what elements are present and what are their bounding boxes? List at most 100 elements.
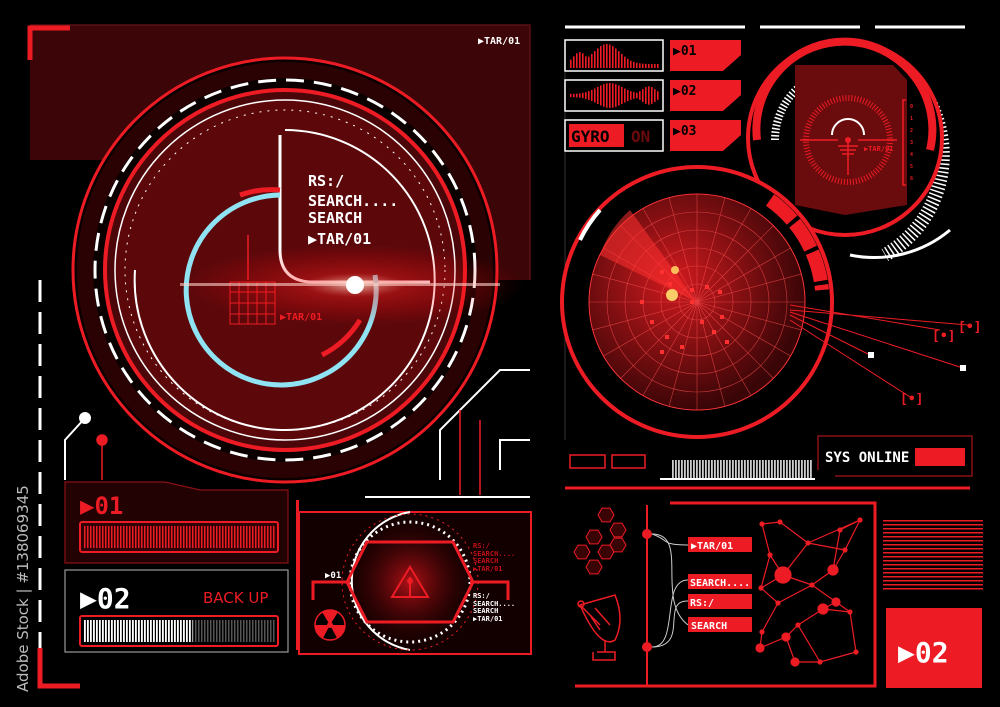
waveform-bar [630,91,632,100]
channel-tab-03[interactable]: ▶03 [670,120,741,151]
hexagon-molecule [609,537,627,553]
targeting-label: ▶TAR/01 [864,145,894,153]
network-edge [797,624,821,663]
waveform-bar [579,93,581,98]
scope-line-4: ▶TAR/01 [308,230,371,248]
waveform-bar [612,83,614,108]
channel-tab-02[interactable]: ▶02 [670,80,741,111]
channel-tab-01[interactable]: ▶01 [670,40,741,71]
hazard-label: ▶01 [325,571,341,581]
hazard-text-bottom-3: SEARCH [473,607,498,615]
waveform-bar [600,85,602,106]
corner-bracket-bottom-left [37,648,80,689]
network-tag-2-label: SEARCH.... [690,578,750,589]
watermark-text: Adobe Stock | #138069345 [14,485,32,692]
waveform-bar [645,63,647,68]
svg-text:[•]: [•] [900,392,923,407]
waveform-bar [570,93,572,98]
network-node [847,609,853,615]
channel-tab-03-label: ▶03 [673,124,696,139]
stripe-line [883,556,983,558]
hazard-text-bottom-1: RS:/ [473,592,490,600]
waveform-bar [648,86,650,105]
waveform-bar [573,56,575,68]
radar-blip [640,300,644,304]
panel-01: ▶01 [64,481,289,564]
waveform-bar [651,87,653,104]
waveform-bar [636,92,638,99]
channel-tab-02-label: ▶02 [673,84,696,99]
hexagon-molecule [573,544,591,560]
radiation-icon [314,609,346,641]
network-tag-4[interactable]: SEARCH [688,617,752,632]
waveform-bar [612,46,614,68]
waveform-bar [618,51,620,68]
hud-canvas: Adobe Stock | #138069345 ▶TAR/01 ▶TAR/01… [14,24,983,692]
radar-blip [712,330,716,334]
waveform-bar [636,62,638,68]
grid-label: ▶TAR/01 [280,312,322,323]
waveform-bar [606,44,608,68]
radar-blip [668,282,672,286]
radar-blip [720,315,724,319]
waveform-bar [645,87,647,104]
network-tag-3-label: RS:/ [690,598,714,609]
network-edge [779,521,809,544]
waveform-bar [573,93,575,98]
waveform-bar [588,91,590,100]
network-node [853,649,859,655]
waveform-bar [639,63,641,68]
network-edge [849,611,857,653]
scale-tick-label: 3 [910,140,913,146]
stripe-line [883,552,983,554]
network-node [759,521,765,527]
waveform-bar [597,48,599,68]
hexagon-molecule [597,507,615,523]
waveform-panel-2 [564,79,664,112]
waveform-bar [585,56,587,68]
network-tag-2[interactable]: SEARCH.... [688,574,752,589]
panel-02: ▶02 BACK UP [64,569,289,653]
waveform-bar [651,63,653,68]
waveform-bar [609,83,611,108]
network-node [781,632,791,642]
waveform-bar [582,53,584,68]
stripe-line [883,568,983,570]
stripe-line [883,564,983,566]
panel-01-label: ▶01 [80,492,123,520]
radar-blip [718,290,722,294]
waveform-bar [609,44,611,68]
network-panel: ▶TAR/01 SEARCH.... RS:/ SEARCH [573,501,877,688]
panel-02-label: ▶02 [80,582,131,615]
waveform-bar [576,53,578,68]
waveform-bar [570,59,572,68]
network-tag-3[interactable]: RS:/ [688,594,752,609]
stripe-line [883,588,983,590]
network-edge [761,521,781,525]
waveform-bar [633,61,635,68]
radar-blip [680,345,684,349]
waveform-bar [630,60,632,68]
scope-line-3: SEARCH [308,209,362,227]
gyro-state: ON [631,127,650,146]
network-edge [761,523,771,556]
waveform-bar [618,85,620,106]
radar-blip [665,335,669,339]
network-edge [761,602,779,633]
waveform-bar [576,93,578,98]
stripe-line [883,520,983,522]
waveform-bar [579,52,581,68]
waveform-bar [624,88,626,103]
network-tag-1[interactable]: ▶TAR/01 [688,537,752,552]
stripe-line [883,548,983,550]
waveform-bar [627,89,629,102]
network-node [817,659,823,665]
waveform-bar [621,86,623,105]
gyro-toggle[interactable]: GYRO ON [564,119,664,152]
network-node [774,566,792,584]
network-node [827,564,839,576]
waveform-bar [606,83,608,108]
waveform-bar [615,84,617,107]
network-node [837,527,843,533]
sys-online-indicator [915,448,965,466]
